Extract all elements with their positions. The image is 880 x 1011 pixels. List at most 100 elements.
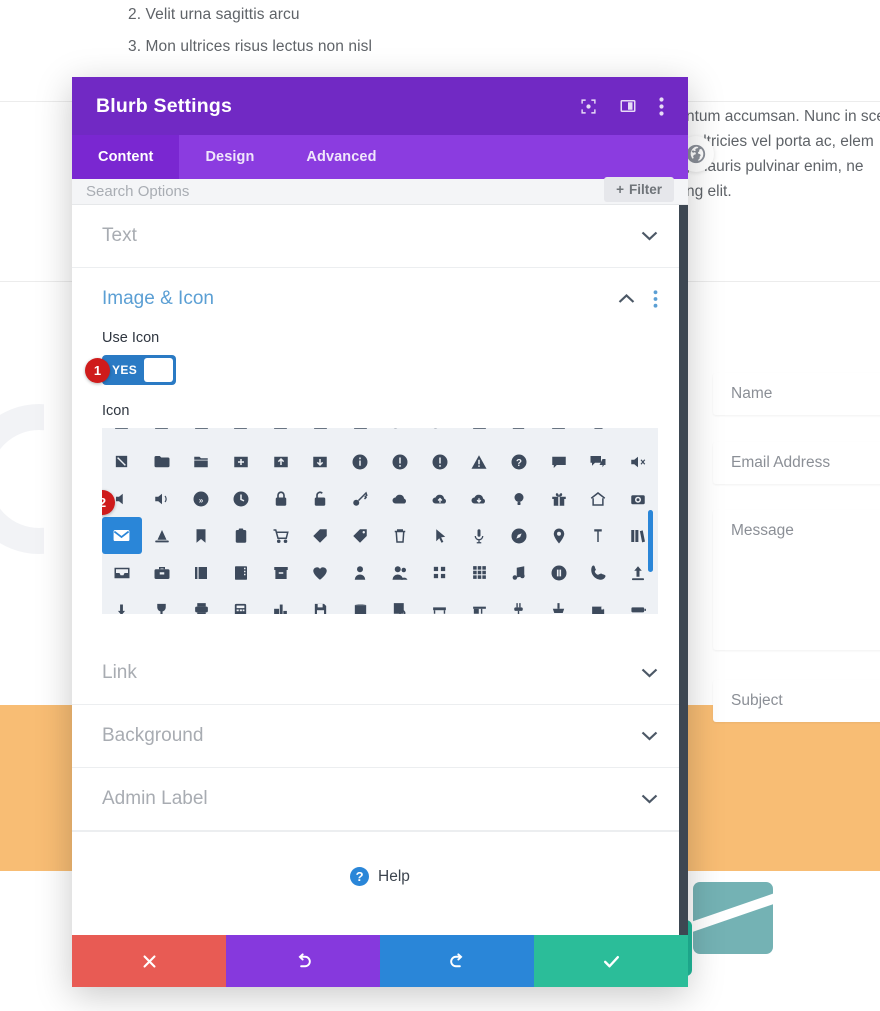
gift-icon[interactable] <box>539 480 579 517</box>
icon-cell[interactable] <box>340 428 380 443</box>
cone-icon[interactable] <box>142 517 182 554</box>
cart-icon[interactable] <box>261 517 301 554</box>
battery-icon[interactable] <box>618 591 658 614</box>
bench-icon[interactable] <box>420 591 460 614</box>
contact-card-icon[interactable] <box>221 554 261 591</box>
pin-icon[interactable] <box>579 517 619 554</box>
cancel-button[interactable] <box>72 935 226 987</box>
lightbulb-icon[interactable] <box>499 480 539 517</box>
archive-icon[interactable] <box>261 554 301 591</box>
book-icon[interactable] <box>181 554 221 591</box>
message-field[interactable]: Message <box>713 510 880 650</box>
comment-icon[interactable] <box>539 443 579 480</box>
section-admin-label[interactable]: Admin Label <box>72 768 688 831</box>
section-text[interactable]: Text <box>72 205 688 268</box>
phone-icon[interactable] <box>579 554 619 591</box>
name-field[interactable]: Name <box>713 373 880 415</box>
save-button[interactable] <box>534 935 688 987</box>
tool-icon[interactable] <box>539 591 579 614</box>
trophy-icon[interactable] <box>142 591 182 614</box>
folder-open-icon[interactable] <box>181 443 221 480</box>
clipboard-icon[interactable] <box>221 517 261 554</box>
icon-cell[interactable] <box>142 428 182 443</box>
chevron-up-icon[interactable] <box>618 294 635 304</box>
redo-button[interactable] <box>380 935 534 987</box>
grid-9-icon[interactable] <box>459 554 499 591</box>
heart-icon[interactable] <box>301 554 341 591</box>
desk-icon[interactable] <box>459 591 499 614</box>
folder-down-icon[interactable] <box>301 443 341 480</box>
plug-icon[interactable] <box>499 591 539 614</box>
section-kebab-icon[interactable] <box>653 290 658 308</box>
cursor-icon[interactable] <box>420 517 460 554</box>
icon-cell[interactable] <box>261 428 301 443</box>
floppy-icon[interactable] <box>301 591 341 614</box>
folder-up-icon[interactable] <box>261 443 301 480</box>
kebab-menu-icon[interactable] <box>659 96 664 116</box>
icon-cell[interactable] <box>301 428 341 443</box>
volume-high-icon[interactable] <box>142 480 182 517</box>
folder-icon[interactable] <box>142 443 182 480</box>
filter-button[interactable]: + Filter <box>604 177 674 202</box>
grid-4-icon[interactable] <box>420 554 460 591</box>
compass-icon[interactable] <box>499 517 539 554</box>
info-circle-icon[interactable] <box>340 443 380 480</box>
key-icon[interactable] <box>340 480 380 517</box>
folder-plus-icon[interactable] <box>221 443 261 480</box>
trash-icon[interactable] <box>380 517 420 554</box>
icon-grid-scrollbar[interactable] <box>648 510 653 572</box>
section-background[interactable]: Background <box>72 705 688 768</box>
icon-cell[interactable] <box>420 428 460 443</box>
calculator-icon[interactable] <box>221 591 261 614</box>
tab-advanced[interactable]: Advanced <box>280 135 402 179</box>
section-image-icon-header[interactable]: Image & Icon <box>72 268 688 330</box>
layout-panel-icon[interactable] <box>619 97 637 115</box>
clock-icon[interactable] <box>221 480 261 517</box>
users-icon[interactable] <box>380 554 420 591</box>
tag-icon[interactable] <box>301 517 341 554</box>
search-input[interactable]: Search Options <box>86 183 674 200</box>
subject-field[interactable]: Subject <box>713 680 880 722</box>
bag-icon[interactable] <box>579 591 619 614</box>
volume-mute-icon[interactable] <box>618 443 658 480</box>
icon-cell[interactable] <box>102 428 142 443</box>
tab-design[interactable]: Design <box>179 135 280 179</box>
icon-cell[interactable] <box>181 428 221 443</box>
icon-cell[interactable] <box>459 428 499 443</box>
envelope-icon[interactable] <box>102 517 142 554</box>
rewind-icon[interactable]: » <box>181 480 221 517</box>
book-closed-icon[interactable] <box>340 591 380 614</box>
expand-arrow-icon[interactable] <box>102 443 142 480</box>
home-icon[interactable] <box>579 480 619 517</box>
exclamation-circle-alt-icon[interactable] <box>420 443 460 480</box>
download-icon[interactable] <box>102 591 142 614</box>
undo-button[interactable] <box>226 935 380 987</box>
help-link[interactable]: ? Help <box>72 831 688 921</box>
microphone-icon[interactable] <box>459 517 499 554</box>
unlock-icon[interactable] <box>301 480 341 517</box>
inbox-icon[interactable] <box>102 554 142 591</box>
email-field[interactable]: Email Address <box>713 442 880 484</box>
use-icon-toggle[interactable]: YES <box>102 355 176 385</box>
user-icon[interactable] <box>340 554 380 591</box>
printer-icon[interactable] <box>181 591 221 614</box>
briefcase-icon[interactable] <box>142 554 182 591</box>
cloud-up-icon[interactable] <box>420 480 460 517</box>
bookmark-icon[interactable] <box>181 517 221 554</box>
icon-cell[interactable] <box>579 428 619 443</box>
pause-circle-icon[interactable] <box>539 554 579 591</box>
tab-content[interactable]: Content <box>72 135 180 179</box>
focus-mode-icon[interactable] <box>580 98 597 115</box>
tag-outline-icon[interactable] <box>340 517 380 554</box>
icon-cell[interactable] <box>618 428 658 443</box>
section-link[interactable]: Link <box>72 642 688 705</box>
icon-cell[interactable] <box>380 428 420 443</box>
lock-icon[interactable] <box>261 480 301 517</box>
music-note-icon[interactable] <box>499 554 539 591</box>
icon-cell[interactable] <box>539 428 579 443</box>
document-search-icon[interactable] <box>380 591 420 614</box>
warning-triangle-icon[interactable] <box>459 443 499 480</box>
buildings-icon[interactable] <box>261 591 301 614</box>
icon-cell[interactable] <box>221 428 261 443</box>
cloud-icon[interactable] <box>380 480 420 517</box>
